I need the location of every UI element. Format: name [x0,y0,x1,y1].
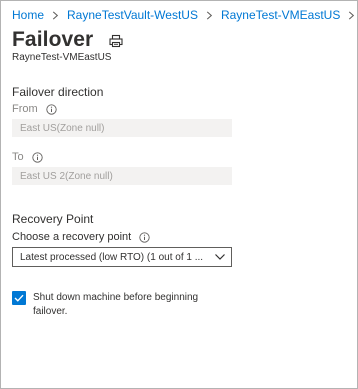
from-label: From [12,103,38,115]
shutdown-checkbox[interactable] [12,291,26,305]
to-label: To [12,151,24,163]
shutdown-checkbox-label: Shut down machine before beginning failo… [33,292,199,317]
to-region-field: East US 2(Zone null) [12,167,232,185]
choose-recovery-point-label-row: Choose a recovery point [12,231,150,243]
from-label-row: From [12,103,57,115]
chevron-right-icon [348,10,355,20]
chevron-right-icon [52,10,59,20]
info-icon[interactable] [139,231,150,243]
breadcrumb-vm[interactable]: RayneTest-VMEastUS [221,8,340,22]
breadcrumb: Home RayneTestVault-WestUS RayneTest-VME… [12,8,358,22]
recovery-point-heading: Recovery Point [12,212,94,226]
page-subtitle: RayneTest-VMEastUS [12,52,112,63]
failover-direction-heading: Failover direction [12,85,104,99]
chevron-down-icon [215,254,225,260]
info-icon[interactable] [46,103,57,115]
to-label-row: To [12,151,43,163]
breadcrumb-vault[interactable]: RayneTestVault-WestUS [67,8,198,22]
info-icon[interactable] [31,151,43,163]
breadcrumb-home[interactable]: Home [12,8,44,22]
shutdown-option: Shut down machine before beginning failo… [12,291,223,319]
title-row: Failover [12,28,123,52]
recovery-point-dropdown[interactable]: Latest processed (low RTO) (1 out of 1 .… [12,247,232,267]
print-icon[interactable] [109,34,123,48]
chevron-right-icon [206,10,213,20]
page-title: Failover [12,28,94,51]
choose-recovery-point-label: Choose a recovery point [12,231,132,243]
from-region-field: East US(Zone null) [12,119,232,137]
recovery-point-selected-value: Latest processed (low RTO) (1 out of 1 .… [20,251,204,263]
